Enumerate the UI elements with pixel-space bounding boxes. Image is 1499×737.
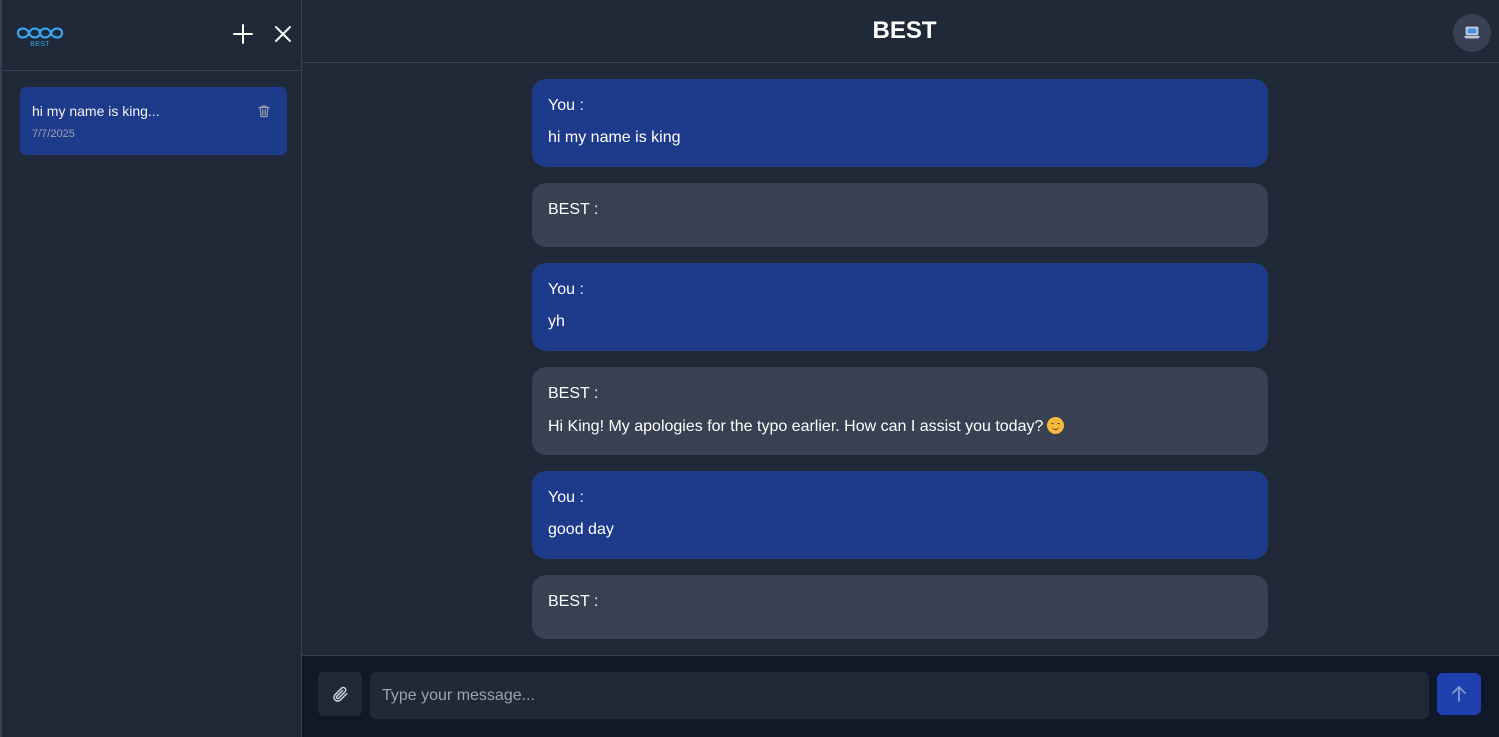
trash-icon (258, 105, 270, 118)
user-message: You : yh (532, 263, 1268, 351)
close-sidebar-button[interactable] (270, 21, 296, 47)
plus-icon (233, 24, 253, 44)
app-window: BEST hi my name is king... 7/7/2025 BEST… (0, 0, 1499, 737)
user-message: You : good day (532, 471, 1268, 559)
chat-item-title: hi my name is king... (32, 103, 160, 119)
paperclip-icon (333, 686, 348, 702)
bot-message: BEST : (532, 183, 1268, 247)
logo-text: BEST (30, 41, 50, 48)
send-button[interactable] (1437, 673, 1481, 715)
user-message: You : hi my name is king (532, 79, 1268, 167)
top-bar: BEST (302, 0, 1499, 63)
message-sender: BEST : (548, 201, 599, 218)
infinity-logo-icon (16, 27, 64, 39)
message-sender: You : (548, 281, 584, 298)
chat-main: BEST You : hi my name is king BEST : You… (302, 0, 1499, 737)
message-input[interactable] (370, 672, 1429, 719)
smiling-face-emoji-icon (1047, 417, 1065, 434)
message-sender: BEST : (548, 385, 599, 402)
message-text: good day (548, 521, 614, 538)
delete-chat-button[interactable] (257, 104, 271, 118)
new-chat-button[interactable] (230, 21, 256, 47)
sidebar-header: BEST (2, 0, 301, 71)
chat-item-date: 7/7/2025 (32, 128, 75, 140)
laptop-icon (1464, 26, 1480, 39)
page-title: BEST (872, 17, 937, 44)
avatar[interactable] (1453, 14, 1491, 52)
message-text: hi my name is king (548, 129, 681, 146)
chat-history-item[interactable]: hi my name is king... 7/7/2025 (20, 87, 287, 155)
attach-button[interactable] (318, 672, 362, 716)
message-sender: You : (548, 97, 584, 114)
logo: BEST (15, 24, 65, 52)
message-sender: BEST : (548, 593, 599, 610)
message-sender: You : (548, 489, 584, 506)
message-text-line: Hi King! My apologies for the typo earli… (548, 417, 1252, 436)
sidebar: BEST hi my name is king... 7/7/2025 (0, 0, 302, 737)
arrow-up-icon (1452, 686, 1466, 702)
close-icon (275, 26, 291, 42)
bot-message: BEST : (532, 575, 1268, 639)
message-composer (302, 655, 1499, 737)
message-list: You : hi my name is king BEST : You : yh… (532, 79, 1268, 655)
message-text: yh (548, 313, 565, 330)
bot-message: BEST : Hi King! My apologies for the typ… (532, 367, 1268, 455)
message-text: Hi King! My apologies for the typo earli… (548, 418, 1044, 435)
